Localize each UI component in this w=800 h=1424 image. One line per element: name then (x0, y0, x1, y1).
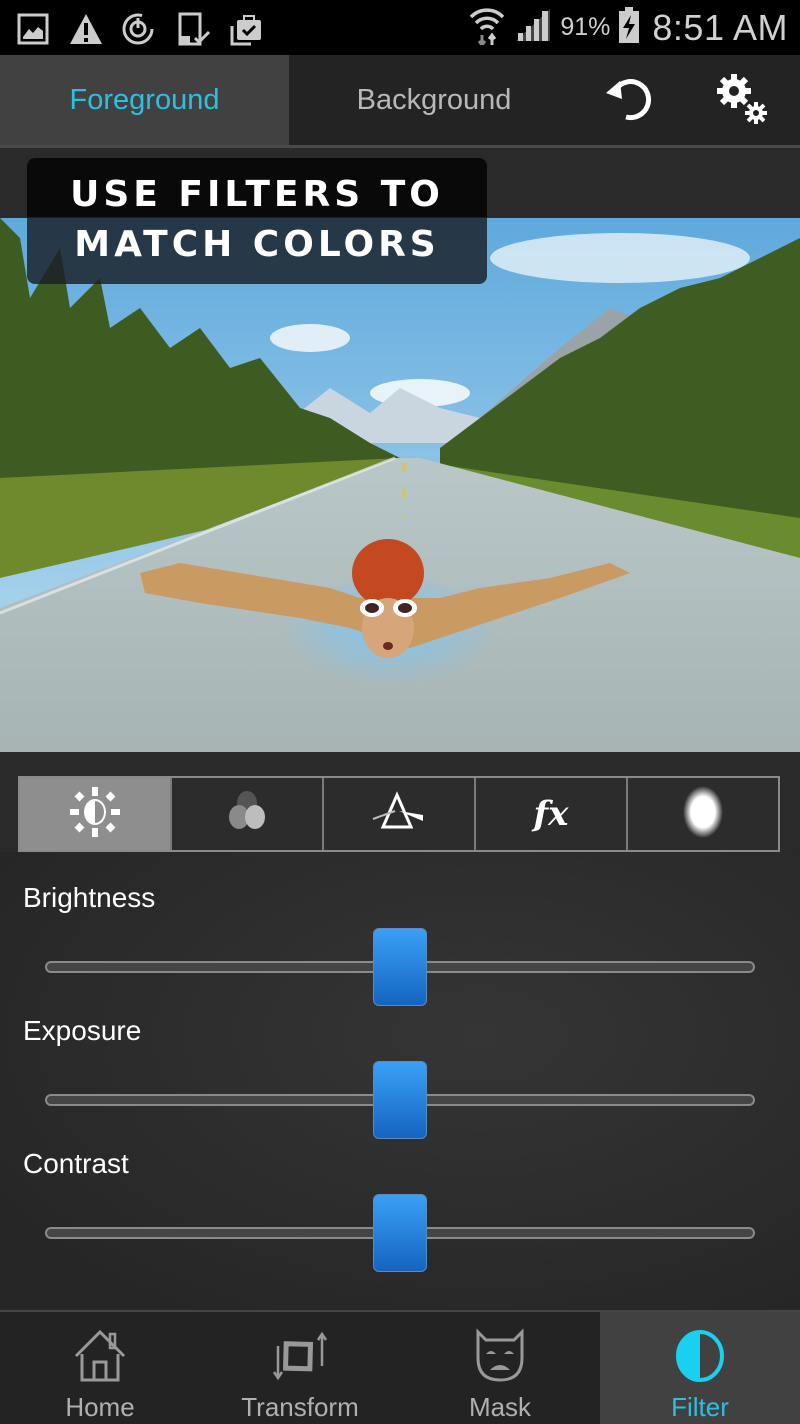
filter-tab-brightness[interactable] (20, 778, 172, 850)
slider-exposure: Exposure (0, 985, 800, 1139)
nav-transform[interactable]: Transform (200, 1312, 400, 1424)
nav-label: Transform (241, 1392, 359, 1422)
tab-foreground[interactable]: Foreground (0, 55, 289, 145)
transform-icon (270, 1326, 330, 1386)
settings-button[interactable] (714, 73, 770, 129)
slider-brightness: Brightness (0, 852, 800, 1006)
filter-tab-color-channels[interactable] (172, 778, 324, 850)
slider-contrast: Contrast (0, 1118, 800, 1272)
blur-icon (673, 782, 733, 847)
undo-button[interactable] (600, 73, 656, 129)
device-check-icon (177, 12, 211, 46)
signal-icon (514, 7, 552, 48)
slider-label: Exposure (23, 1015, 142, 1046)
wifi-icon (468, 5, 506, 50)
slider-label: Brightness (23, 882, 156, 913)
clock: 8:51 AM (652, 6, 788, 48)
nav-label: Mask (468, 1392, 532, 1422)
prism-icon (371, 785, 427, 844)
sync-icon (121, 12, 155, 46)
nav-mask[interactable]: Mask (400, 1312, 600, 1424)
settings-icon (714, 71, 770, 132)
adjustment-panel: Brightness Exposure Contrast (0, 852, 800, 1310)
nav-filter[interactable]: Filter (600, 1312, 800, 1424)
clipboard-check-icon (229, 12, 263, 46)
nav-home[interactable]: Home (0, 1312, 200, 1424)
fx-icon: fx (533, 794, 569, 834)
mask-icon (470, 1326, 530, 1386)
nav-label: Filter (671, 1392, 729, 1422)
tab-background[interactable]: Background (289, 55, 579, 145)
editor-canvas[interactable]: USE FILTERS TO MATCH COLORS (0, 148, 800, 754)
status-bar: 91% 8:51 AM (0, 0, 800, 55)
brightness-icon (68, 785, 122, 844)
filter-icon (670, 1326, 730, 1386)
filter-tab-effects[interactable]: fx (476, 778, 628, 850)
filter-tab-prism[interactable] (324, 778, 476, 850)
tip-banner: USE FILTERS TO MATCH COLORS (27, 158, 487, 284)
nav-label: Home (65, 1392, 135, 1422)
filter-tab-blur[interactable] (628, 778, 778, 850)
warning-icon (68, 12, 102, 46)
battery-charging-icon (618, 6, 640, 49)
composite-photo[interactable] (0, 218, 800, 752)
top-bar: Foreground Background (0, 55, 800, 148)
slider-thumb[interactable] (373, 1194, 427, 1272)
color-channels-icon (220, 785, 274, 844)
slider-label: Contrast (23, 1148, 129, 1179)
banner-line-1: USE FILTERS TO (70, 174, 444, 215)
home-icon (70, 1326, 130, 1386)
filter-category-tabs: fx (18, 776, 780, 852)
undo-icon (602, 73, 654, 130)
banner-line-2: MATCH COLORS (74, 224, 440, 265)
bottom-navigation: Home Transform Mask Filter (0, 1310, 800, 1424)
gallery-notification-icon (16, 12, 50, 46)
battery-percent: 91% (560, 13, 611, 41)
